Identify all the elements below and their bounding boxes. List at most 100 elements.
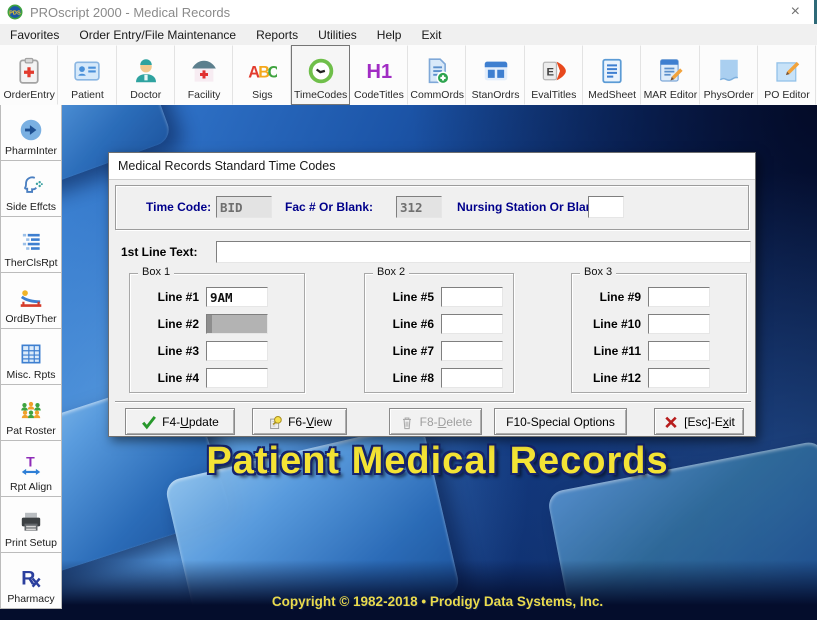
line-10-field[interactable]	[648, 314, 710, 334]
toolbar-label: Patient	[71, 89, 104, 101]
time-codes-dialog: Medical Records Standard Time Codes Time…	[108, 152, 756, 437]
sidebar-item-print-setup[interactable]: Print Setup	[0, 496, 62, 553]
toolbar-label: PhysOrder	[703, 89, 754, 101]
menu-order-entry-file-maintenance[interactable]: Order Entry/File Maintenance	[69, 26, 246, 44]
toolbar-label: Facility	[187, 89, 221, 101]
rx-icon: R	[21, 568, 41, 590]
button-label: F4-Update	[162, 414, 219, 429]
page-curl-icon	[719, 59, 738, 82]
sidebar-item-rpt-align[interactable]: T Rpt Align	[0, 440, 62, 497]
main-area: Patient Medical Records Copyright © 1982…	[0, 105, 817, 620]
line-12-field[interactable]	[648, 368, 710, 388]
toolbar-evaltitles[interactable]: E EvalTitles	[524, 45, 583, 105]
group-box-2: Box 2 Line #5 Line #6 Line #7 Line #8	[364, 266, 514, 393]
sidebar-label: Pharmacy	[7, 593, 55, 605]
menu-reports[interactable]: Reports	[246, 26, 308, 44]
f10-special-options-button[interactable]: F10-Special Options	[494, 408, 627, 435]
line-label: Line #6	[392, 317, 434, 331]
med-sheet-icon	[602, 58, 622, 84]
toolbar-stanordrs[interactable]: StanOrdrs	[466, 45, 525, 105]
line-label: Line #3	[157, 344, 199, 358]
line-label: Line #9	[599, 290, 641, 304]
fac-field[interactable]	[396, 196, 442, 218]
line-7-field[interactable]	[441, 341, 503, 361]
time-code-label: Time Code:	[146, 200, 212, 214]
f8-delete-button[interactable]: F8-Delete	[389, 408, 482, 435]
line-label: Line #4	[157, 371, 199, 385]
copyright-text: Copyright © 1982-2018 • Prodigy Data Sys…	[271, 594, 604, 609]
toolbar-orderentry[interactable]: OrderEntry	[0, 45, 59, 105]
window-title: PROscript 2000 - Medical Records	[30, 4, 231, 20]
first-line-field[interactable]	[216, 241, 751, 263]
line-2-field[interactable]	[206, 314, 268, 334]
sidebar-label: PharmInter	[5, 145, 57, 157]
toolbar-facility[interactable]: Facility	[174, 45, 234, 105]
line-5-field[interactable]	[441, 287, 503, 307]
toolbar-timecodes[interactable]: TimeCodes	[291, 45, 350, 105]
line-1-field[interactable]	[206, 287, 268, 307]
group-box-title: Box 2	[373, 266, 410, 278]
time-code-field[interactable]	[216, 196, 272, 218]
clock-icon	[308, 58, 333, 84]
menu-exit[interactable]: Exit	[411, 26, 451, 44]
toolbar-label: Sigs	[252, 89, 273, 101]
sidebar-item-pharminter[interactable]: PharmInter	[0, 105, 62, 161]
nursing-station-field[interactable]	[588, 196, 624, 218]
people-group-icon	[21, 401, 41, 419]
check-icon	[142, 415, 157, 429]
button-label: [Esc]-Exit	[684, 414, 735, 429]
toolbar: OrderEntry Patient Doctor Facility A B C	[0, 45, 817, 105]
group-box-3: Box 3 Line #9 Line #10 Line #11 Line #12	[571, 266, 747, 393]
sidebar-item-pat-roster[interactable]: Pat Roster	[0, 384, 62, 441]
indented-list-icon	[22, 233, 40, 250]
f6-view-button[interactable]: F6-View	[252, 408, 347, 435]
menu-favorites[interactable]: Favorites	[0, 26, 69, 44]
close-icon[interactable]: ×	[791, 4, 800, 20]
toolbar-codetitles[interactable]: H1 CodeTitles	[349, 45, 409, 105]
sidebar-label: OrdByTher	[5, 313, 57, 325]
toolbar-patient[interactable]: Patient	[58, 45, 117, 105]
line-6-field[interactable]	[441, 314, 503, 334]
menu-help[interactable]: Help	[367, 26, 412, 44]
f4-update-button[interactable]: F4-Update	[125, 408, 235, 435]
toolbar-label: CommOrds	[410, 89, 465, 101]
line-11-field[interactable]	[648, 341, 710, 361]
toolbar-sigs[interactable]: A B C Sigs	[233, 45, 292, 105]
esc-exit-button[interactable]: [Esc]-Exit	[654, 408, 744, 435]
title-bar: PDS PROscript 2000 - Medical Records ×	[0, 0, 817, 24]
hospital-icon	[192, 60, 216, 82]
table-layout-icon	[484, 61, 507, 81]
toolbar-doctor[interactable]: Doctor	[116, 45, 175, 105]
table-grid-icon	[21, 344, 41, 364]
line-label: Line #1	[157, 290, 199, 304]
red-x-icon	[665, 416, 677, 428]
document-plus-icon	[428, 58, 450, 85]
text-align-icon: T	[21, 454, 41, 475]
view-doc-icon	[270, 415, 282, 429]
h1-icon: H1	[366, 61, 392, 83]
background-bottom-shade	[0, 560, 817, 620]
line-label: Line #7	[392, 344, 434, 358]
toolbar-po-editor[interactable]: PO Editor	[757, 45, 817, 105]
toolbar-label: OrderEntry	[3, 89, 55, 101]
toolbar-medsheet[interactable]: MedSheet	[582, 45, 642, 105]
sidebar: PharmInter Side Effcts TherClsRpt OrdByT…	[0, 105, 62, 609]
sidebar-item-pharmacy[interactable]: R Pharmacy	[0, 552, 62, 609]
sidebar-item-misc-rpts[interactable]: Misc. Rpts	[0, 328, 62, 385]
line-9-field[interactable]	[648, 287, 710, 307]
sidebar-item-ordbyther[interactable]: OrdByTher	[0, 272, 62, 329]
line-4-field[interactable]	[206, 368, 268, 388]
toolbar-physorder[interactable]: PhysOrder	[699, 45, 758, 105]
sidebar-item-therclsrpt[interactable]: TherClsRpt	[0, 216, 62, 273]
document-pencil-icon	[660, 59, 684, 82]
toolbar-commords[interactable]: CommOrds	[408, 45, 467, 105]
line-8-field[interactable]	[441, 368, 503, 388]
sidebar-item-side-effcts[interactable]: Side Effcts	[0, 160, 62, 217]
toolbar-mar-editor[interactable]: MAR Editor	[641, 45, 700, 105]
menu-utilities[interactable]: Utilities	[308, 26, 367, 44]
sidebar-label: Rpt Align	[9, 481, 53, 493]
first-line-label: 1st Line Text:	[121, 245, 198, 259]
toolbar-label: CodeTitles	[354, 89, 404, 101]
line-3-field[interactable]	[206, 341, 268, 361]
e-arrow-icon: E	[542, 61, 566, 81]
